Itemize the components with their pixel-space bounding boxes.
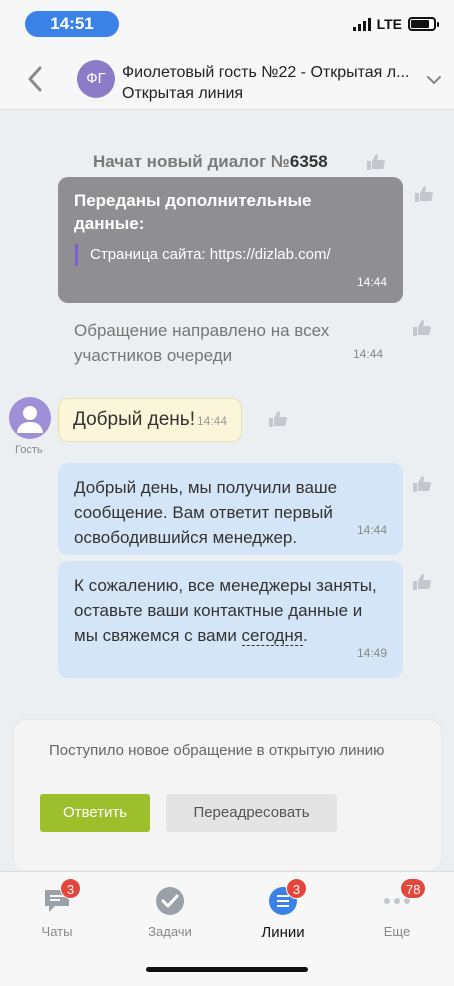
chevron-down-icon[interactable] xyxy=(426,74,442,86)
bot-message-text: К сожалению, все менеджеры заняты, остав… xyxy=(74,573,379,648)
new-request-card: Поступило новое обращение в открытую лин… xyxy=(14,720,441,870)
forward-button[interactable]: Переадресовать xyxy=(166,794,337,832)
status-bar: 14:51 LTE xyxy=(0,0,454,48)
more-icon: 78 xyxy=(382,878,427,916)
bot-message-time: 14:49 xyxy=(356,646,387,660)
info-card-quote[interactable]: Страница сайта: https://dizlab.com/ xyxy=(75,244,331,266)
battery-icon xyxy=(408,17,439,31)
contact-avatar[interactable]: ФГ xyxy=(77,60,115,98)
info-card-time: 14:44 xyxy=(356,275,387,289)
system-message-time: 14:44 xyxy=(353,347,384,361)
answer-button[interactable]: Ответить xyxy=(40,794,150,832)
bot-message[interactable]: К сожалению, все менеджеры заняты, остав… xyxy=(58,561,403,678)
tab-label: Еще xyxy=(383,924,411,939)
guest-avatar[interactable] xyxy=(9,397,51,439)
tab-label: Чаты xyxy=(41,924,73,939)
guest-message-text: Добрый день! xyxy=(73,409,195,430)
tab-label: Линии xyxy=(261,924,305,941)
dialog-start-prefix: Начат новый диалог № xyxy=(93,152,290,171)
status-indicators: LTE xyxy=(352,16,439,32)
bot-message-text: Добрый день, мы получили ваше сообщение.… xyxy=(74,478,338,547)
like-icon[interactable] xyxy=(366,153,386,171)
guest-message-time: 14:44 xyxy=(196,414,228,428)
tab-badge: 78 xyxy=(400,878,427,899)
bot-message-time: 14:44 xyxy=(356,523,387,537)
status-time: 14:51 xyxy=(25,11,119,37)
like-icon[interactable] xyxy=(412,475,432,493)
tab-label: Задачи xyxy=(148,924,192,939)
chat-subtitle: Открытая линия xyxy=(122,85,244,102)
network-label: LTE xyxy=(376,16,402,32)
tab-chats[interactable]: 3 Чаты xyxy=(17,878,97,939)
guest-label: Гость xyxy=(15,444,43,456)
info-card: Переданы дополнительные данные: Страница… xyxy=(58,177,403,303)
like-icon[interactable] xyxy=(412,573,432,591)
chat-icon: 3 xyxy=(42,878,81,916)
chat-header: ФГ Фиолетовый гость №22 - Открытая л... … xyxy=(0,48,454,110)
lines-icon: 3 xyxy=(268,878,307,916)
signal-icon xyxy=(352,17,371,31)
dialog-number: 6358 xyxy=(289,152,328,171)
bot-message-text-end: . xyxy=(302,626,308,645)
like-icon[interactable] xyxy=(268,410,288,428)
date-link[interactable]: сегодня xyxy=(241,626,303,646)
dialog-start-title: Начат новый диалог №6358 xyxy=(93,152,328,172)
tab-badge: 3 xyxy=(286,878,307,899)
back-arrow-icon[interactable] xyxy=(24,64,48,94)
check-icon xyxy=(155,886,185,916)
guest-message[interactable]: Добрый день! 14:44 xyxy=(58,398,243,442)
system-message: Обращение направлено на всех участников … xyxy=(74,321,330,365)
tab-more[interactable]: 78 Еще xyxy=(357,878,437,939)
like-icon[interactable] xyxy=(412,319,432,337)
chat-title[interactable]: Фиолетовый гость №22 - Открытая л... xyxy=(122,64,422,82)
user-icon xyxy=(17,406,43,433)
bot-message-text-main: К сожалению, все менеджеры заняты, остав… xyxy=(74,576,377,645)
tab-tasks[interactable]: Задачи xyxy=(130,886,210,939)
tab-lines[interactable]: 3 Линии xyxy=(243,878,323,941)
bot-message[interactable]: Добрый день, мы получили ваше сообщение.… xyxy=(58,463,403,555)
new-request-text: Поступило новое обращение в открытую лин… xyxy=(49,742,385,759)
like-icon[interactable] xyxy=(414,185,434,203)
tab-badge: 3 xyxy=(60,878,81,899)
home-indicator[interactable] xyxy=(146,967,308,972)
info-card-title: Переданы дополнительные данные: xyxy=(74,191,312,233)
